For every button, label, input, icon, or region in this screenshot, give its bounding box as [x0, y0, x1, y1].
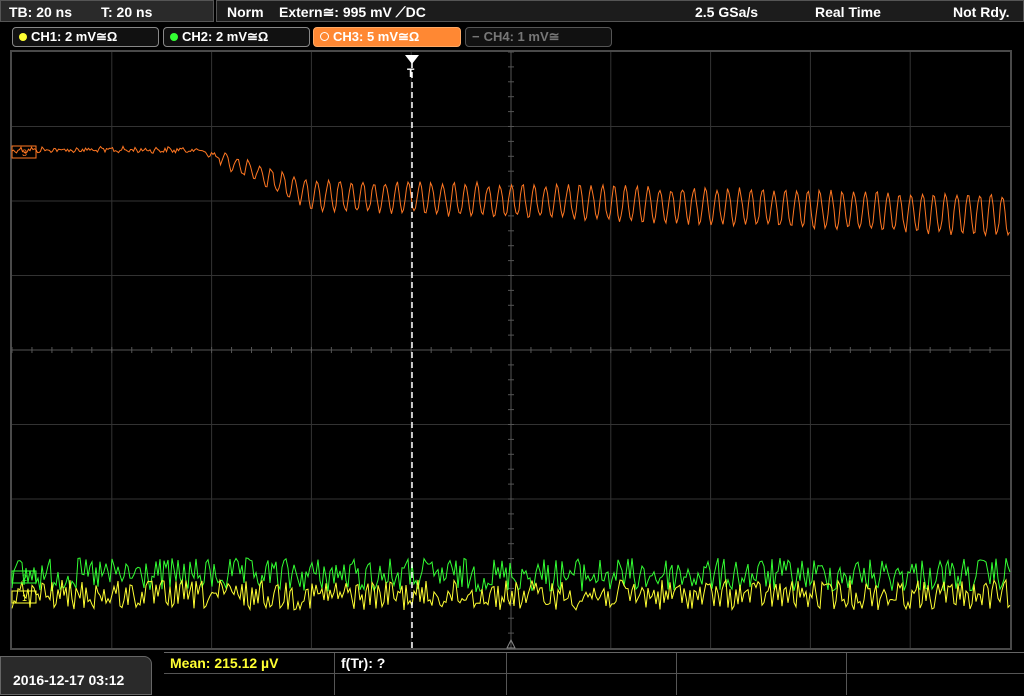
- waveform-canvas: T 3 2 1: [11, 51, 1011, 650]
- datetime-label: 2016-12-17 03:12: [13, 672, 125, 688]
- ch3-marker-label: 3: [22, 148, 27, 158]
- measurement-cell-4[interactable]: [676, 653, 846, 695]
- measurement-cell-3[interactable]: [506, 653, 676, 695]
- measurement-cell-mean[interactable]: Mean: 215.12 µV: [164, 653, 334, 695]
- datetime-panel: 2016-12-17 03:12: [0, 656, 152, 695]
- measurement-cell-5[interactable]: [846, 653, 1024, 695]
- mean-measurement: Mean: 215.12 µV: [170, 655, 279, 671]
- ch2-marker-label: 2: [22, 573, 27, 583]
- measurement-row-divider: [164, 673, 1024, 674]
- trigger-marker-label: T: [407, 66, 415, 80]
- ch1-level-marker[interactable]: 1: [11, 590, 37, 604]
- measurement-cell-ftr[interactable]: f(Tr): ?: [334, 653, 506, 695]
- ftr-measurement: f(Tr): ?: [341, 655, 386, 671]
- trigger-arrow-icon[interactable]: [405, 55, 419, 64]
- ch1-marker-label: 1: [22, 593, 27, 603]
- measurement-panel[interactable]: Mean: 215.12 µV f(Tr): ?: [164, 652, 1024, 696]
- graticule: [11, 51, 1010, 649]
